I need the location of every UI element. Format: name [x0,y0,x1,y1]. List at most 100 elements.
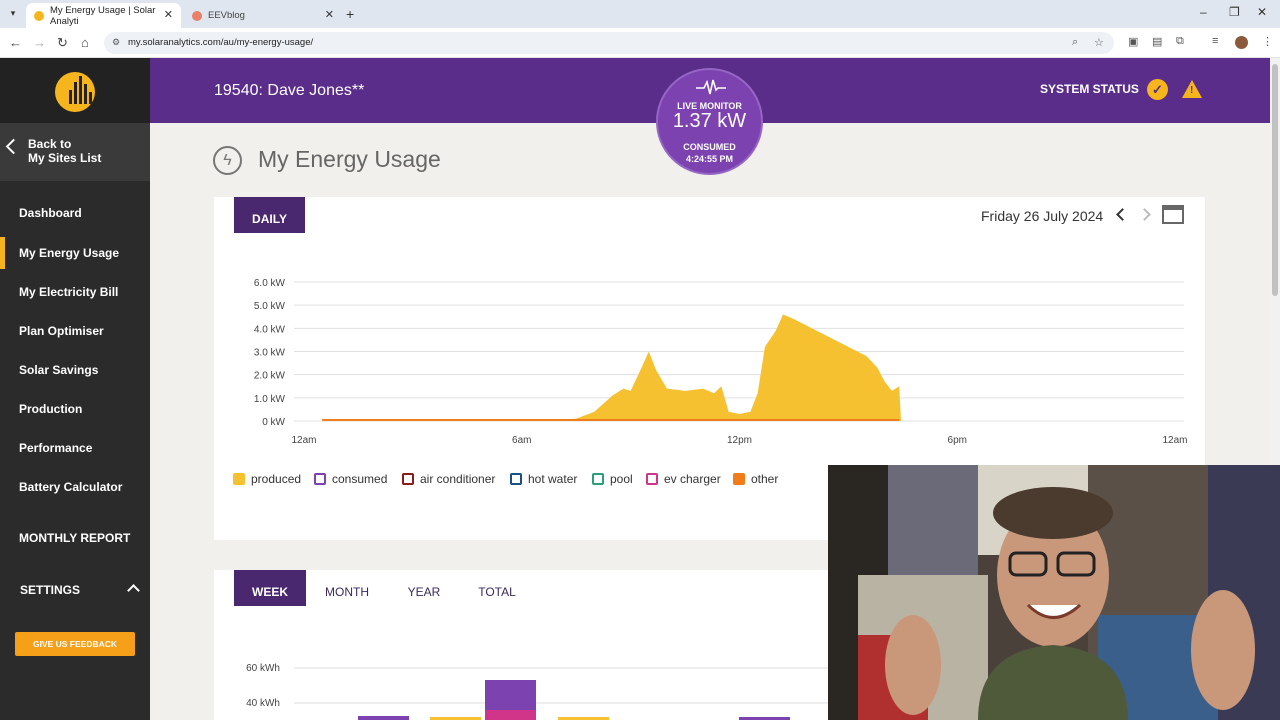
logo-area [0,58,150,123]
legend-label: consumed [332,472,388,486]
chevron-left-icon [5,138,22,155]
live-monitor-value: 1.37 kW [672,110,747,132]
tab-year[interactable]: YEAR [398,570,450,606]
tab-title: EEVblog [208,10,245,21]
browser-tab-eevblog[interactable]: EEVblog ✕ [184,3,342,28]
url-text: my.solaranalytics.com/au/my-energy-usage… [128,37,314,48]
legend-swatch [646,473,658,485]
close-tab-icon[interactable]: ✕ [164,8,173,21]
extension-icon[interactable]: ▤ [1152,35,1162,48]
x-tick-label: 6am [512,435,531,446]
sidebar-item-my-electricity-bill[interactable]: My Electricity Bill [0,276,150,308]
tab-total[interactable]: TOTAL [470,570,524,606]
tab-month[interactable]: MONTH [318,570,376,606]
page-title: My Energy Usage [258,146,441,172]
scrollbar-thumb[interactable] [1272,64,1278,296]
legend-swatch [402,473,414,485]
sidebar-item-my-energy-usage[interactable]: My Energy Usage [0,237,150,269]
legend-label: hot water [528,472,578,486]
new-tab-icon[interactable]: + [346,6,354,22]
sidebar-item-plan-optimiser[interactable]: Plan Optimiser [0,315,150,347]
x-tick-label: 12am [291,435,316,446]
warning-triangle-icon[interactable]: ! [1182,80,1202,98]
y-tick-label: 6.0 kW [254,278,286,289]
legend-swatch [592,473,604,485]
sidebar-item-dashboard[interactable]: Dashboard [0,197,150,229]
back-to-sites-button[interactable]: Back to My Sites List [0,123,150,181]
y-tick-label: 0 kW [262,417,285,428]
close-window-icon[interactable]: ✕ [1257,5,1267,19]
sidebar-item-solar-savings[interactable]: Solar Savings [0,354,150,386]
live-monitor-time: 4:24:55 PM [685,154,734,164]
restore-icon[interactable]: ❐ [1229,5,1240,19]
tab-search-icon[interactable]: ▾ [6,6,20,20]
extension-icon[interactable]: ▣ [1128,35,1138,48]
live-monitor-badge[interactable]: LIVE MONITOR 1.37 kW CONSUMED 4:24:55 PM [656,68,763,175]
chevron-up-icon [127,584,140,597]
bookmark-star-icon[interactable]: ☆ [1094,36,1104,49]
close-tab-icon[interactable]: ✕ [325,8,334,21]
minimize-icon[interactable]: – [1200,5,1207,19]
legend-swatch [510,473,522,485]
back-arrow-icon[interactable]: ← [9,35,22,50]
extensions-puzzle-icon[interactable]: ⧉ [1176,35,1184,48]
back-label: Back to My Sites List [28,137,102,165]
x-tick-label: 12pm [727,435,752,446]
forward-arrow-icon[interactable]: → [33,35,46,50]
solar-favicon-icon [34,10,44,21]
browser-toolbar: ← → ↻ ⌂ ⚙ my.solaranalytics.com/au/my-en… [0,28,1280,58]
daily-energy-chart: 0 kW 1.0 kW 2.0 kW 3.0 kW 4.0 kW 5.0 kW 6.0 kW… [254,278,1188,446]
legend-swatch [233,473,245,485]
address-bar[interactable]: ⚙ my.solaranalytics.com/au/my-energy-usa… [104,32,1114,54]
site-name: 19540: Dave Jones** [214,82,365,99]
browser-tab-bar: ▾ My Energy Usage | Solar Analyti ✕ EEVb… [0,0,1280,28]
tab-daily[interactable]: DAILY [234,197,305,233]
browser-menu-icon[interactable]: ⋮ [1262,35,1273,48]
tab-title: My Energy Usage | Solar Analyti [50,4,156,27]
settings-label: SETTINGS [20,583,81,597]
legend-label: air conditioner [420,472,496,486]
x-tick-label: 12am [1162,435,1187,446]
week-bar [485,680,536,710]
sidebar: Back to My Sites List Dashboard My Energ… [0,58,150,720]
sidebar-item-monthly-report[interactable]: MONTHLY REPORT [0,522,150,554]
sidebar-item-performance[interactable]: Performance [0,432,150,464]
legend-item-consumed[interactable]: consumed [314,472,387,486]
legend-item-air-conditioner[interactable]: air conditioner [402,472,495,486]
browser-tab-energy[interactable]: My Energy Usage | Solar Analyti ✕ [26,3,181,28]
sidebar-item-production[interactable]: Production [0,393,150,425]
site-info-icon[interactable]: ⚙ [112,37,120,48]
home-icon[interactable]: ⌂ [81,35,89,50]
sidebar-item-settings[interactable]: SETTINGS [0,574,150,606]
legend-item-produced[interactable]: produced [233,472,301,486]
webcam-video-overlay [828,465,1280,720]
legend-item-pool[interactable]: pool [592,472,633,486]
y-tick-label: 60 kWh [246,663,280,674]
status-ok-check-icon[interactable]: ✓ [1147,79,1168,100]
weekly-energy-chart: 60 kWh 40 kWh [246,663,834,720]
week-bar [358,716,409,720]
y-tick-label: 3.0 kW [254,348,286,359]
solar-analytics-logo[interactable] [55,72,95,112]
legend-item-hot-water[interactable]: hot water [510,472,577,486]
legend-item-other[interactable]: other [733,472,778,486]
sidebar-item-battery-calculator[interactable]: Battery Calculator [0,471,150,503]
legend-swatch [314,473,326,485]
y-tick-label: 40 kWh [246,698,280,709]
reload-icon[interactable]: ↻ [57,35,68,51]
profile-avatar[interactable] [1235,36,1248,49]
calendar-icon[interactable] [1162,205,1184,224]
presenter-video-frame [828,465,1280,720]
lightning-bolt-icon: ϟ [213,146,242,175]
y-tick-label: 2.0 kW [254,371,286,382]
reading-list-icon[interactable]: ≡ [1212,35,1218,47]
system-status-label[interactable]: SYSTEM STATUS [1040,82,1139,96]
legend-label: pool [610,472,633,486]
x-tick-label: 6pm [948,435,967,446]
tab-week[interactable]: WEEK [234,570,306,606]
zoom-icon[interactable]: ⌕ [1072,36,1078,49]
give-feedback-button[interactable]: GIVE US FEEDBACK [15,632,135,656]
legend-item-ev-charger[interactable]: ev charger [646,472,721,486]
y-tick-label: 5.0 kW [254,301,286,312]
y-tick-label: 1.0 kW [254,394,286,405]
